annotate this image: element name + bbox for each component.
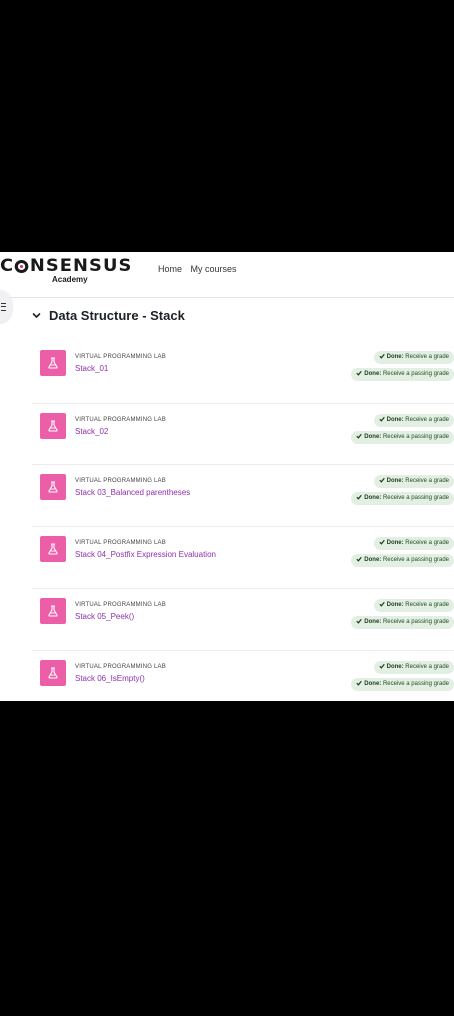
done-label: Done: <box>364 371 382 377</box>
condition-text: Receive a grade <box>405 354 449 360</box>
check-icon <box>379 477 385 483</box>
done-label: Done: <box>386 478 404 484</box>
section-header[interactable]: Data Structure - Stack <box>32 308 185 323</box>
completion-badge-receive-grade: Done: Receive a grade <box>373 661 454 674</box>
activity-item: VIRTUAL PROGRAMMING LAB Stack 04_Postfix… <box>32 526 454 589</box>
check-icon <box>379 601 385 607</box>
completion-badge-receive-grade: Done: Receive a grade <box>373 351 454 364</box>
check-icon <box>356 370 363 376</box>
logo-wordmark: C NSENSUS <box>0 256 133 276</box>
consensus-logo[interactable]: C NSENSUS Academy <box>0 256 140 284</box>
activity-name-link[interactable]: Stack 06_IsEmpty() <box>75 674 145 683</box>
done-label: Done: <box>364 619 382 625</box>
chevron-down-icon[interactable] <box>32 311 41 320</box>
condition-text: Receive a grade <box>405 540 449 546</box>
activity-item: VIRTUAL PROGRAMMING LAB Stack_02 Done: R… <box>32 403 454 466</box>
section-title: Data Structure - Stack <box>49 308 185 323</box>
condition-text: Receive a grade <box>405 664 449 670</box>
activity-item: VIRTUAL PROGRAMMING LAB Stack_01 Done: R… <box>32 341 454 403</box>
activity-type-label: VIRTUAL PROGRAMMING LAB <box>75 664 166 670</box>
done-label: Done: <box>364 495 382 501</box>
check-icon <box>379 539 385 545</box>
logo-subtitle: Academy <box>52 275 88 284</box>
condition-text: Receive a passing grade <box>382 681 449 687</box>
completion-badge-receive-grade: Done: Receive a grade <box>373 475 454 488</box>
browser-viewport: C NSENSUS Academy Home My courses Data St… <box>0 252 454 701</box>
condition-text: Receive a passing grade <box>382 619 449 625</box>
done-label: Done: <box>386 354 404 360</box>
done-label: Done: <box>386 664 404 670</box>
nav-link-my-courses[interactable]: My courses <box>191 264 237 274</box>
activity-name-link[interactable]: Stack 03_Balanced parentheses <box>75 488 190 497</box>
completion-badge-receive-passing-grade: Done: Receive a passing grade <box>351 554 454 567</box>
check-icon <box>379 353 385 359</box>
done-label: Done: <box>386 540 404 546</box>
logo-o-icon <box>15 260 29 273</box>
vpl-activity-icon <box>40 536 66 562</box>
completion-badge-receive-passing-grade: Done: Receive a passing grade <box>351 616 454 629</box>
condition-text: Receive a passing grade <box>382 371 449 377</box>
completion-badge-receive-grade: Done: Receive a grade <box>373 414 454 427</box>
condition-text: Receive a grade <box>405 602 449 608</box>
activity-item: VIRTUAL PROGRAMMING LAB Stack 05_Peek() … <box>32 588 454 651</box>
completion-badge-receive-passing-grade: Done: Receive a passing grade <box>351 678 454 691</box>
done-label: Done: <box>364 434 382 440</box>
activity-name-link[interactable]: Stack 05_Peek() <box>75 612 134 621</box>
activity-item: VIRTUAL PROGRAMMING LAB Stack 03_Balance… <box>32 464 454 527</box>
nav-link-home[interactable]: Home <box>158 264 182 274</box>
activity-item: VIRTUAL PROGRAMMING LAB Stack 06_IsEmpty… <box>32 650 454 701</box>
condition-text: Receive a passing grade <box>382 557 449 563</box>
check-icon <box>356 433 363 439</box>
done-label: Done: <box>386 417 404 423</box>
condition-text: Receive a grade <box>405 478 449 484</box>
condition-text: Receive a passing grade <box>382 434 449 440</box>
done-label: Done: <box>364 557 382 563</box>
list-icon <box>1 303 6 311</box>
activity-name-link[interactable]: Stack 04_Postfix Expression Evaluation <box>75 550 216 559</box>
condition-text: Receive a passing grade <box>382 495 449 501</box>
completion-badge-receive-passing-grade: Done: Receive a passing grade <box>351 368 454 381</box>
vpl-activity-icon <box>40 598 66 624</box>
done-label: Done: <box>364 681 382 687</box>
activity-type-label: VIRTUAL PROGRAMMING LAB <box>75 354 166 360</box>
primary-navigation: Home My courses <box>158 264 243 274</box>
done-label: Done: <box>386 602 404 608</box>
vpl-activity-icon <box>40 474 66 500</box>
completion-badge-receive-passing-grade: Done: Receive a passing grade <box>351 492 454 505</box>
check-icon <box>356 556 363 562</box>
activity-type-label: VIRTUAL PROGRAMMING LAB <box>75 417 166 423</box>
activity-name-link[interactable]: Stack_02 <box>75 427 108 436</box>
check-icon <box>379 416 385 422</box>
completion-badge-receive-grade: Done: Receive a grade <box>373 537 454 550</box>
check-icon <box>356 618 363 624</box>
vpl-activity-icon <box>40 350 66 376</box>
vpl-activity-icon <box>40 413 66 439</box>
top-navbar: C NSENSUS Academy Home My courses <box>0 252 454 298</box>
activity-name-link[interactable]: Stack_01 <box>75 364 108 373</box>
condition-text: Receive a grade <box>405 417 449 423</box>
check-icon <box>379 663 385 669</box>
check-icon <box>356 680 363 686</box>
activity-type-label: VIRTUAL PROGRAMMING LAB <box>75 602 166 608</box>
activity-type-label: VIRTUAL PROGRAMMING LAB <box>75 478 166 484</box>
completion-badge-receive-passing-grade: Done: Receive a passing grade <box>351 431 454 444</box>
activity-type-label: VIRTUAL PROGRAMMING LAB <box>75 540 166 546</box>
check-icon <box>356 494 363 500</box>
vpl-activity-icon <box>40 660 66 686</box>
completion-badge-receive-grade: Done: Receive a grade <box>373 599 454 612</box>
